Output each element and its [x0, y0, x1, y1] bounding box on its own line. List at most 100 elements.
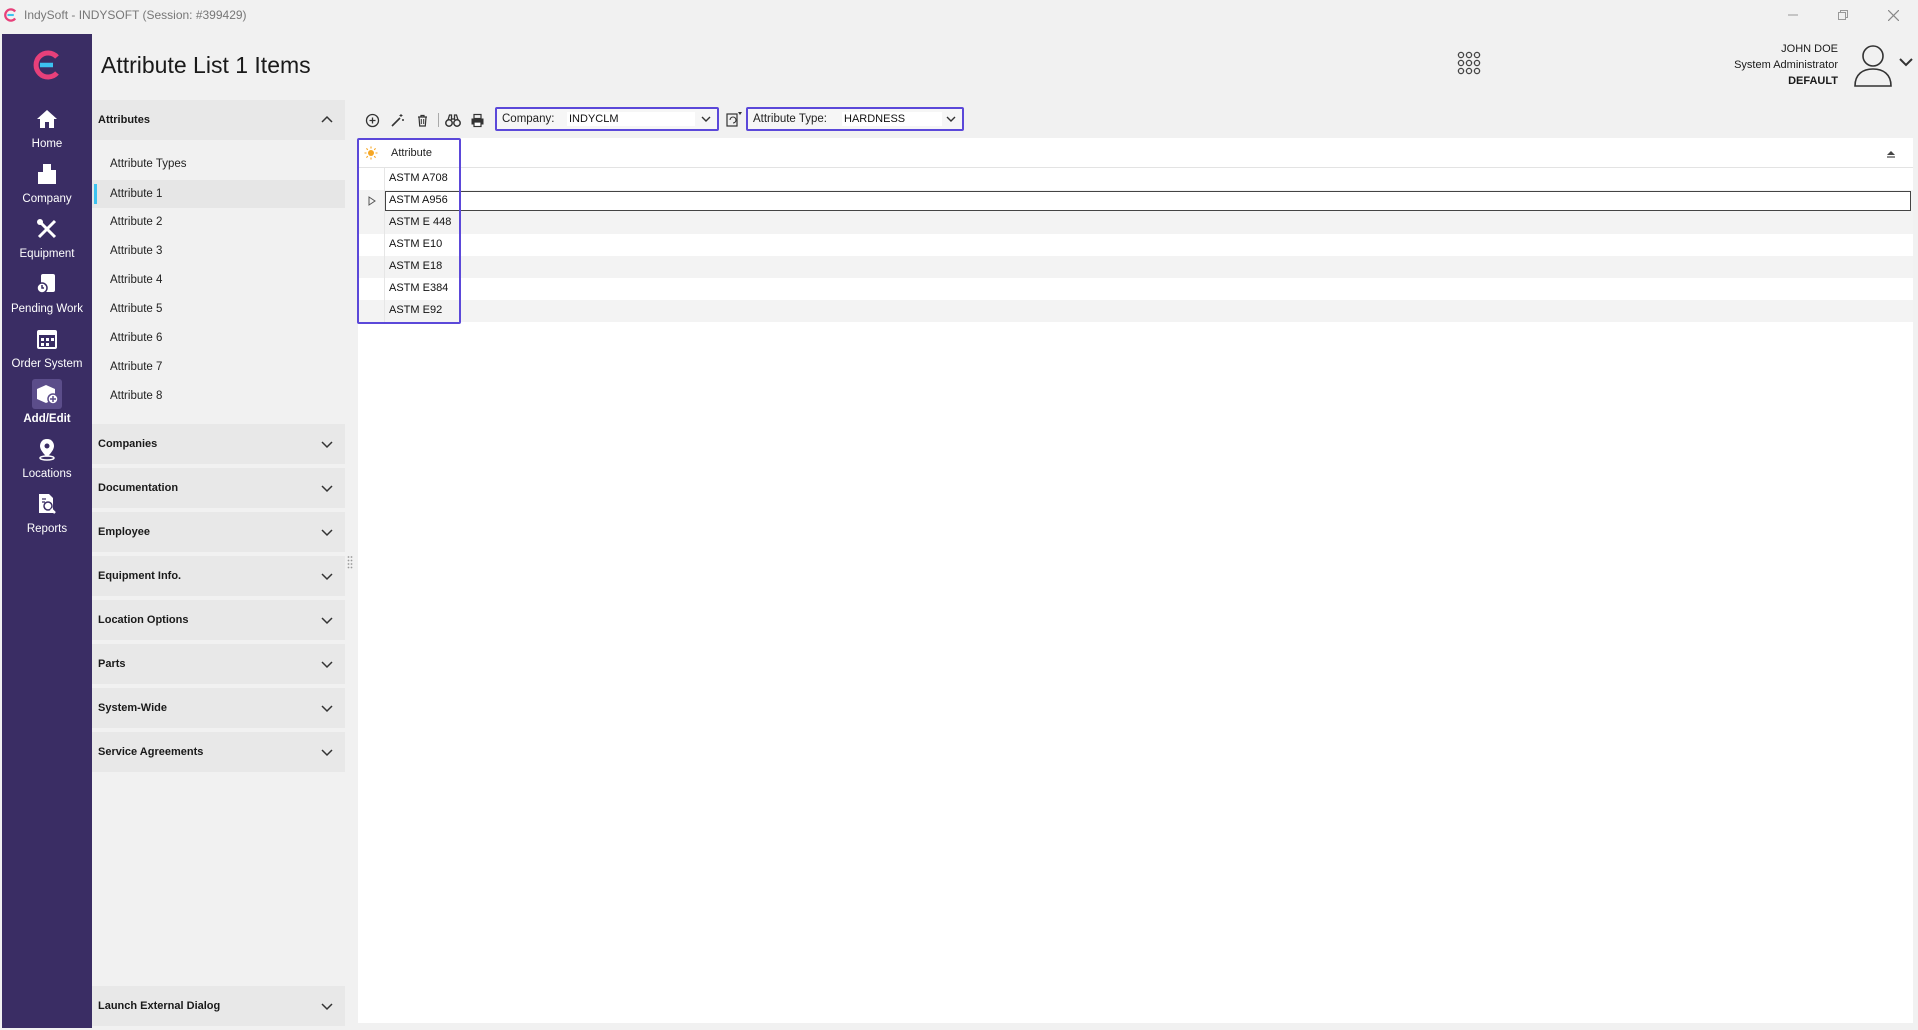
user-info: JOHN DOE System Administrator DEFAULT: [1734, 41, 1838, 89]
sidebar-item-attribute-7[interactable]: Attribute 7: [92, 353, 345, 381]
nav-add-edit-label: Add/Edit: [23, 413, 71, 425]
window-controls: [1768, 0, 1918, 30]
attribute-cell[interactable]: ASTM E 448: [389, 216, 451, 228]
row-indicator: [358, 234, 385, 256]
user-avatar-icon[interactable]: [1852, 42, 1894, 88]
nav-company[interactable]: Company: [2, 159, 92, 211]
table-row[interactable]: ASTM E18: [358, 256, 1913, 278]
nav-locations[interactable]: Locations: [2, 434, 92, 486]
chevron-down-icon: [321, 705, 333, 713]
new-item-row-icon[interactable]: [364, 146, 378, 160]
chevron-down-icon: [321, 1003, 333, 1011]
accordion-companies[interactable]: Companies: [92, 424, 345, 464]
accordion-employee[interactable]: Employee: [92, 512, 345, 552]
attribute-cell[interactable]: ASTM A708: [389, 172, 448, 184]
chevron-up-icon: [321, 115, 333, 123]
page-title: Attribute List 1 Items: [101, 52, 311, 78]
accordion-system-wide[interactable]: System-Wide: [92, 688, 345, 728]
company-select-value: INDYCLM: [567, 112, 695, 126]
binoculars-icon: [445, 113, 461, 127]
add-record-button[interactable]: [363, 111, 381, 129]
user-role: System Administrator: [1734, 59, 1838, 71]
table-row[interactable]: ASTM E384: [358, 278, 1913, 300]
accordion-system-wide-title: System-Wide: [98, 702, 167, 714]
sidebar-item-attribute-1[interactable]: Attribute 1: [92, 180, 345, 208]
chevron-down-icon: [321, 441, 333, 449]
nav-equipment[interactable]: Equipment: [2, 214, 92, 266]
nav-home[interactable]: Home: [2, 104, 92, 156]
sidebar-item-attribute-4[interactable]: Attribute 4: [92, 266, 345, 294]
table-row[interactable]: ASTM E92: [358, 300, 1913, 322]
close-button[interactable]: [1868, 0, 1918, 30]
table-row[interactable]: ASTM A708: [358, 168, 1913, 190]
accordion-equipment-info-title: Equipment Info.: [98, 570, 182, 582]
print-button[interactable]: [468, 111, 486, 129]
indysoft-logo-icon: [33, 50, 59, 80]
table-row[interactable]: ASTM E10: [358, 234, 1913, 256]
nav-add-edit[interactable]: Add/Edit: [2, 379, 92, 431]
accordion-service-agreements-title: Service Agreements: [98, 746, 204, 758]
nav-reports[interactable]: Reports: [2, 489, 92, 541]
restore-button[interactable]: [1818, 0, 1868, 30]
nav-locations-label: Locations: [22, 468, 72, 480]
accordion-employee-title: Employee: [98, 526, 150, 538]
sidebar-item-attribute-3[interactable]: Attribute 3: [92, 237, 345, 265]
locations-icon: [39, 439, 55, 461]
attribute-cell[interactable]: ASTM E384: [389, 282, 448, 294]
chevron-down-icon: [321, 617, 333, 625]
company-select[interactable]: Company: INDYCLM: [495, 107, 719, 131]
sidebar-item-attribute-8[interactable]: Attribute 8: [92, 382, 345, 410]
accordion-attributes[interactable]: Attributes: [92, 100, 345, 140]
attribute-type-select-value: HARDNESS: [842, 112, 942, 126]
apps-grid-icon[interactable]: [1456, 50, 1482, 76]
swap-filter-button[interactable]: [724, 111, 744, 129]
accordion-parts[interactable]: Parts: [92, 644, 345, 684]
sidebar-item-attribute-2[interactable]: Attribute 2: [92, 208, 345, 236]
row-indicator: [358, 168, 385, 190]
company-select-label: Company:: [502, 113, 555, 125]
accordion-documentation-title: Documentation: [98, 482, 179, 494]
edit-record-button[interactable]: [388, 111, 406, 129]
sidebar-item-attribute-types[interactable]: Attribute Types: [92, 150, 345, 178]
chevron-down-icon: [321, 661, 333, 669]
splitter-grip-icon[interactable]: [347, 555, 353, 569]
attribute-cell[interactable]: ASTM E10: [389, 238, 442, 250]
table-row[interactable]: ASTM E 448: [358, 212, 1913, 234]
row-indicator: [358, 190, 385, 212]
find-button[interactable]: [444, 111, 462, 129]
attribute-cell[interactable]: ASTM A956: [389, 194, 448, 206]
filter-swap-icon: [726, 112, 742, 127]
restore-icon: [1838, 10, 1848, 20]
row-indicator: [358, 256, 385, 278]
user-header: JOHN DOE System Administrator DEFAULT: [1457, 38, 1918, 90]
accordion-service-agreements[interactable]: Service Agreements: [92, 732, 345, 772]
delete-record-button[interactable]: [413, 111, 431, 129]
attribute-type-select[interactable]: Attribute Type: HARDNESS: [746, 107, 964, 131]
nav-equipment-label: Equipment: [19, 248, 75, 260]
accordion-location-options[interactable]: Location Options: [92, 600, 345, 640]
column-chooser-icon[interactable]: [1885, 147, 1897, 159]
main-navigation: Home Company Equipment Pending Work Orde…: [2, 34, 92, 1028]
accordion-equipment-info[interactable]: Equipment Info.: [92, 556, 345, 596]
user-menu-chevron-icon[interactable]: [1898, 56, 1914, 68]
minimize-icon: [1788, 14, 1798, 16]
trash-icon: [417, 114, 427, 127]
sidebar-item-attribute-5[interactable]: Attribute 5: [92, 295, 345, 323]
grid-header: Attribute: [358, 138, 1913, 168]
toolbar: Company: INDYCLM Attribute Type: HARDNES…: [358, 107, 1918, 133]
minimize-button[interactable]: [1768, 0, 1818, 30]
nav-pending-work[interactable]: Pending Work: [2, 269, 92, 321]
focused-cell-border: [385, 191, 1911, 211]
row-indicator: [358, 300, 385, 322]
column-header-attribute[interactable]: Attribute: [391, 147, 432, 159]
accordion-launch-external-dialog-title: Launch External Dialog: [98, 1000, 221, 1012]
table-row-focused[interactable]: ASTM A956: [358, 190, 1913, 212]
sidebar-item-attribute-6[interactable]: Attribute 6: [92, 324, 345, 352]
nav-order-system[interactable]: Order System: [2, 324, 92, 376]
reports-icon: [39, 494, 56, 514]
attribute-cell[interactable]: ASTM E92: [389, 304, 442, 316]
attribute-cell[interactable]: ASTM E18: [389, 260, 442, 272]
accordion-launch-external-dialog[interactable]: Launch External Dialog: [92, 986, 345, 1026]
accordion-documentation[interactable]: Documentation: [92, 468, 345, 508]
chevron-down-icon: [321, 749, 333, 757]
